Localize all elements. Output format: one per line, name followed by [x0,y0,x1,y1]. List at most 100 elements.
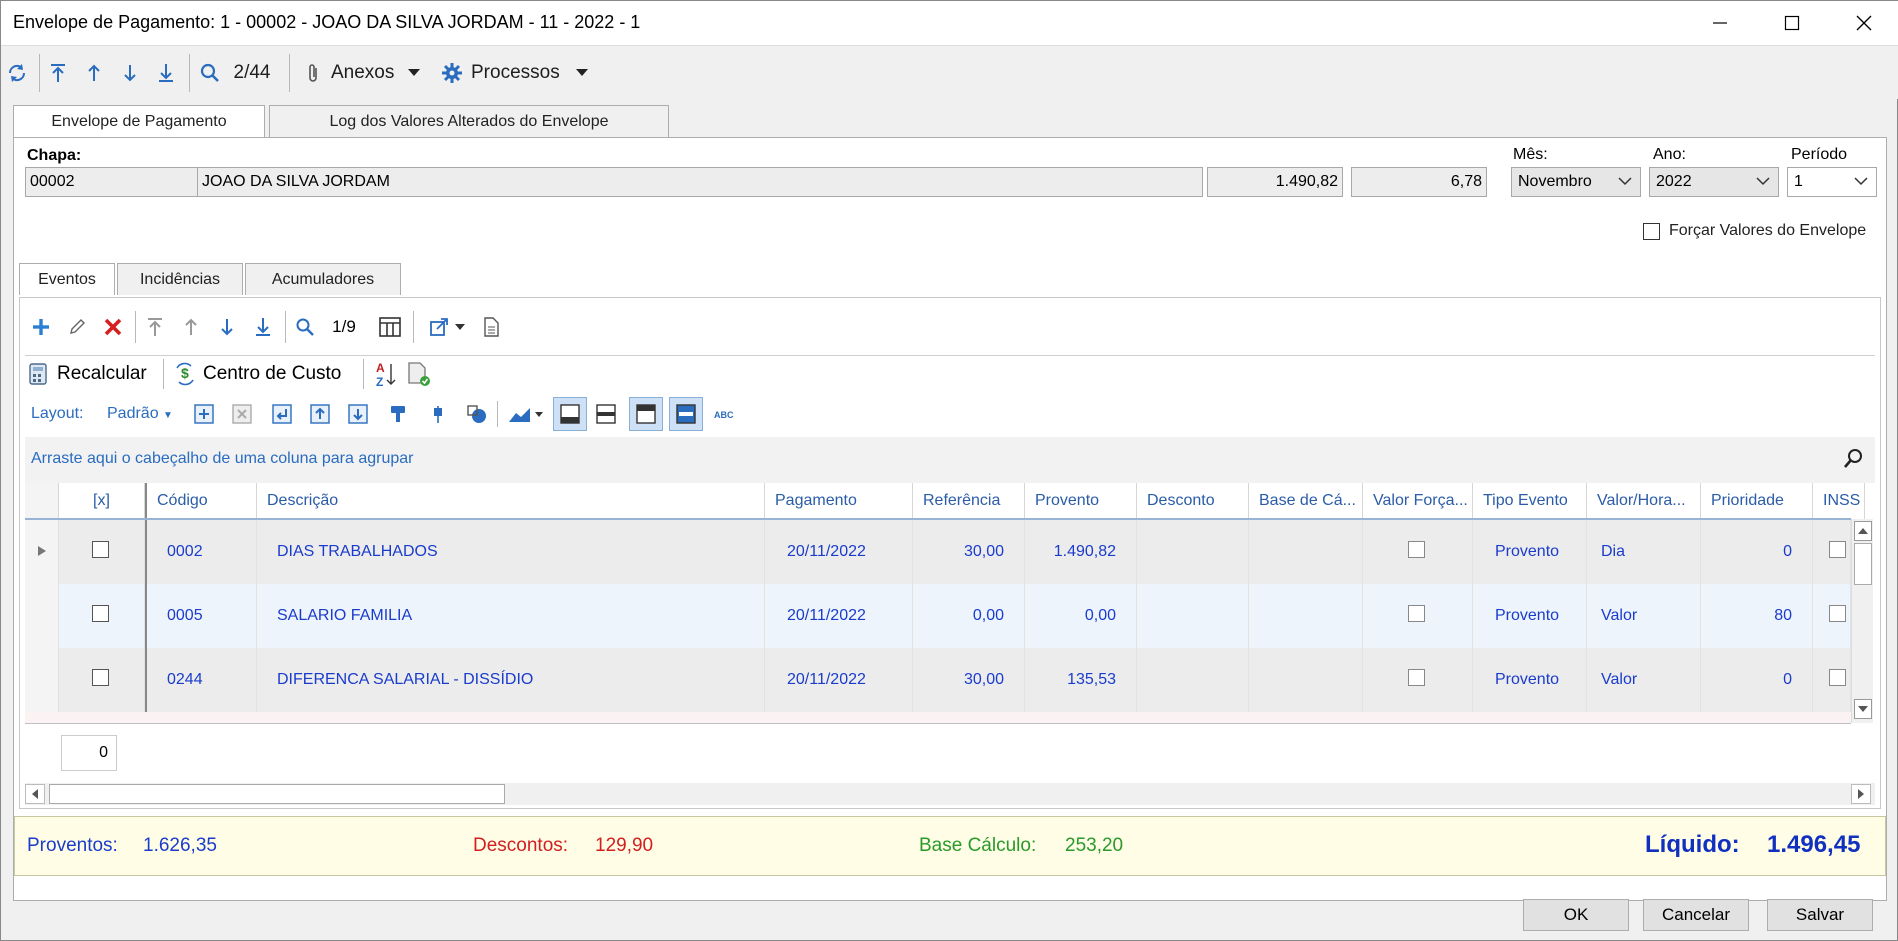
ano-select[interactable]: 2022 [1649,167,1779,197]
scroll-down-button[interactable] [1854,699,1872,719]
view-band-button[interactable] [669,397,703,431]
table-row[interactable]: 0005 SALARIO FAMILIA 20/11/2022 0,00 0,0… [25,584,1851,648]
row-checkbox[interactable] [92,541,109,558]
col-header-provento[interactable]: Provento [1025,483,1137,519]
grid-first-button[interactable] [143,313,167,341]
row-checkbox[interactable] [92,669,109,686]
cancel-button[interactable]: Cancelar [1643,899,1749,931]
layout-select[interactable]: Padrão ▼ [107,405,173,423]
add-button[interactable] [29,313,53,341]
table-row[interactable]: 0244 DIFERENCA SALARIAL - DISSÍDIO 20/11… [25,648,1851,712]
save-button[interactable]: Salvar [1767,899,1873,931]
delete-button[interactable] [101,313,125,341]
last-record-button[interactable] [153,54,179,92]
previous-record-button[interactable] [81,54,107,92]
search-button[interactable] [197,54,223,92]
col-header-prioridade[interactable]: Prioridade [1701,483,1813,519]
grid-previous-button[interactable] [179,313,203,341]
validate-button[interactable] [405,359,433,389]
spell-check-button[interactable]: ABC [711,401,741,427]
layout-delete-button[interactable] [231,401,253,427]
view-split-button[interactable] [593,401,619,427]
cell-inss[interactable] [1813,584,1851,648]
forcar-valores-checkbox[interactable] [1643,223,1660,240]
col-header-valor-hora[interactable]: Valor/Hora... [1587,483,1701,519]
cell-valor-forcado[interactable] [1363,584,1473,648]
layout-export-button[interactable] [309,401,331,427]
valor-forcado-checkbox[interactable] [1408,605,1425,622]
col-header-desconto[interactable]: Desconto [1137,483,1249,519]
next-record-button[interactable] [117,54,143,92]
table-horizontal-scrollbar[interactable] [25,783,1875,805]
inss-checkbox[interactable] [1829,605,1846,622]
col-header-base[interactable]: Base de Cá... [1249,483,1363,519]
sort-az-button[interactable]: AZ [371,359,399,389]
col-header-referencia[interactable]: Referência [913,483,1025,519]
group-by-bar[interactable]: Arraste aqui o cabeçalho de uma coluna p… [25,437,1875,483]
view-header-button[interactable] [629,397,663,431]
scroll-left-button[interactable] [25,784,45,804]
col-header-descricao[interactable]: Descrição [257,483,765,519]
columns-button[interactable] [377,313,403,341]
scroll-up-button[interactable] [1854,521,1872,541]
valor-forcado-checkbox[interactable] [1408,669,1425,686]
grid-find-button[interactable] [1841,445,1867,471]
anexos-menu[interactable]: Anexos [305,54,437,92]
chart-menu[interactable] [505,401,545,427]
refresh-button[interactable] [3,54,31,92]
cell-valor-forcado[interactable] [1363,520,1473,584]
inss-checkbox[interactable] [1829,541,1846,558]
mes-select[interactable]: Novembro [1511,167,1641,197]
tab-acumuladores[interactable]: Acumuladores [245,263,401,295]
export-menu[interactable] [425,313,469,341]
cell-inss[interactable] [1813,648,1851,712]
row-checkbox-cell[interactable] [59,584,145,648]
edit-button[interactable] [65,313,89,341]
first-record-button[interactable] [45,54,71,92]
valor-forcado-checkbox[interactable] [1408,541,1425,558]
report-button[interactable] [479,313,503,341]
maximize-button[interactable] [1757,1,1827,45]
scroll-right-button[interactable] [1851,784,1871,804]
tab-log[interactable]: Log dos Valores Alterados do Envelope [269,105,669,137]
employee-name-field[interactable]: JOAO DA SILVA JORDAM [197,167,1203,197]
col-header-select[interactable]: [x] [59,483,145,519]
table-vertical-scrollbar[interactable] [1851,519,1873,723]
row-checkbox[interactable] [92,605,109,622]
close-button[interactable] [1829,1,1898,45]
row-checkbox-cell[interactable] [59,648,145,712]
grid-last-button[interactable] [251,313,275,341]
row-checkbox-cell[interactable] [59,520,145,584]
scroll-thumb[interactable] [1854,543,1872,585]
tab-incidencias[interactable]: Incidências [117,263,243,295]
minimize-button[interactable] [1685,1,1755,45]
shapes-button[interactable] [465,401,489,427]
layout-add-button[interactable] [193,401,215,427]
grid-next-button[interactable] [215,313,239,341]
hourly-rate-field[interactable]: 6,78 [1351,167,1487,197]
salary-field[interactable]: 1.490,82 [1207,167,1343,197]
col-header-tipo-evento[interactable]: Tipo Evento [1473,483,1587,519]
tab-eventos[interactable]: Eventos [19,263,115,295]
col-header-inss[interactable]: INSS [1813,483,1865,519]
format-painter-button[interactable] [387,401,409,427]
recalcular-button[interactable]: Recalcular [29,359,193,389]
grid-search-button[interactable] [293,313,317,341]
view-footer-button[interactable] [553,397,587,431]
ok-button[interactable]: OK [1523,899,1629,931]
col-header-codigo[interactable]: Código [145,483,257,519]
col-header-valor-forcado[interactable]: Valor Força... [1363,483,1473,519]
layout-apply-button[interactable] [271,401,293,427]
tab-envelope[interactable]: Envelope de Pagamento [13,105,265,137]
chapa-field[interactable]: 00002 [25,167,199,197]
inss-checkbox[interactable] [1829,669,1846,686]
centro-custo-button[interactable]: $ Centro de Custo [173,359,357,389]
cell-valor-forcado[interactable] [1363,648,1473,712]
cell-inss[interactable] [1813,520,1851,584]
pin-button[interactable] [427,401,449,427]
table-row[interactable]: 0002 DIAS TRABALHADOS 20/11/2022 30,00 1… [25,520,1851,584]
periodo-select[interactable]: 1 [1787,167,1877,197]
col-header-pagamento[interactable]: Pagamento [765,483,913,519]
layout-import-button[interactable] [347,401,369,427]
scroll-thumb-horizontal[interactable] [49,784,505,804]
